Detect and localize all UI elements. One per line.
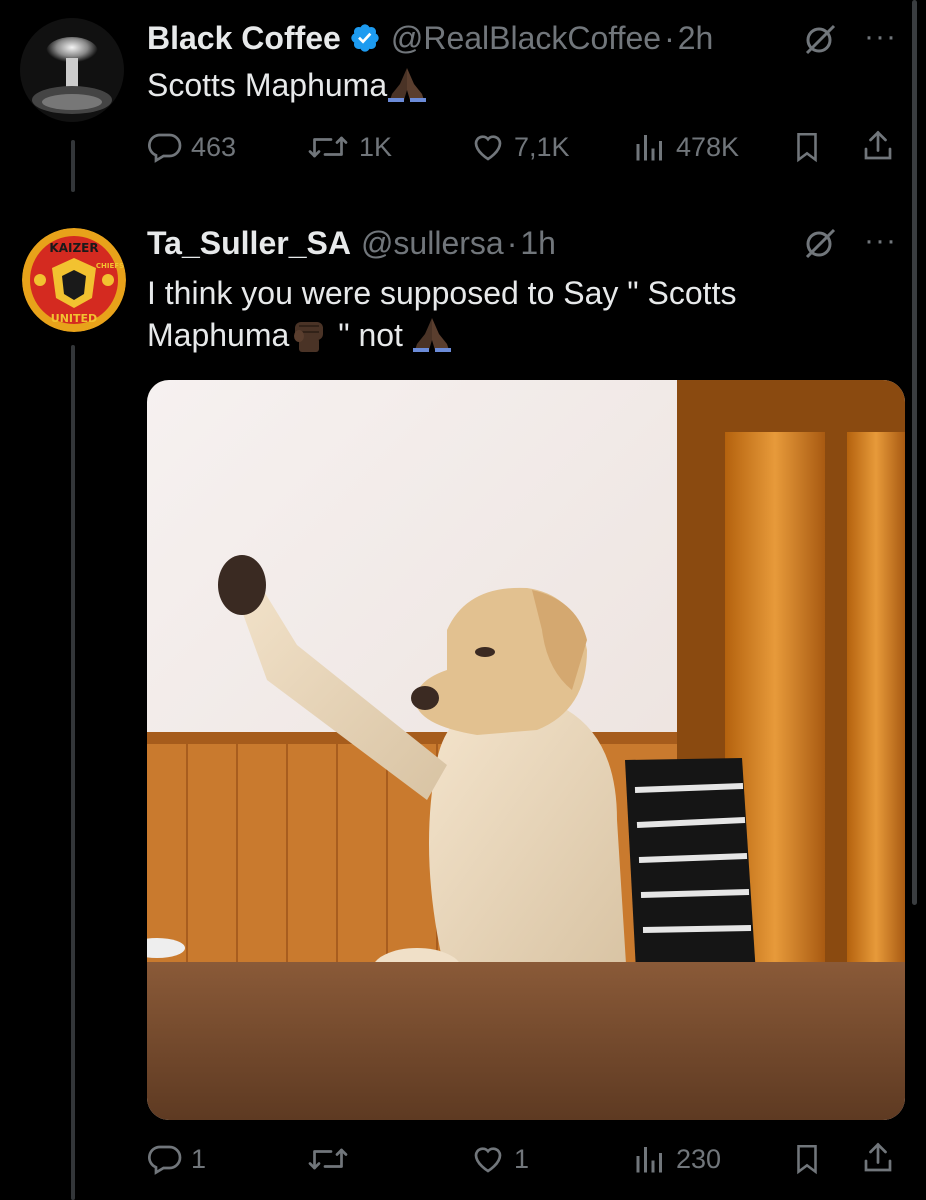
grok-icon[interactable]: [803, 22, 837, 56]
grok-icon[interactable]: [803, 226, 837, 260]
view-count: 230: [676, 1143, 722, 1174]
like-button[interactable]: 7,1K: [470, 129, 570, 165]
views-button[interactable]: 478K: [632, 129, 739, 165]
scrollbar[interactable]: [912, 0, 917, 905]
tweet-text: I think you were supposed to Say " Scott…: [147, 272, 736, 362]
tweet-text-not: " not: [329, 317, 412, 353]
tweet-text-content: Scotts Maphuma: [147, 67, 388, 103]
display-name[interactable]: Black Coffee: [147, 20, 341, 57]
separator-dot: ·: [506, 224, 518, 261]
like-count: 7,1K: [514, 131, 570, 162]
display-name[interactable]: Ta_Suller_SA: [147, 225, 351, 262]
reply-button[interactable]: 1: [147, 1141, 206, 1177]
avatar-black-coffee[interactable]: [20, 18, 124, 122]
tweet-text-maphuma: Maphuma: [147, 317, 290, 353]
tweet-photo[interactable]: [147, 380, 905, 1120]
like-count: 1: [514, 1143, 530, 1174]
timestamp[interactable]: 2h: [678, 20, 714, 57]
handle[interactable]: @sullersa: [361, 225, 504, 262]
reply-count: 463: [191, 131, 237, 162]
raised-fist-icon: [289, 314, 329, 362]
bookmark-icon[interactable]: [790, 129, 824, 165]
share-icon[interactable]: [860, 128, 896, 164]
tweet-text: Scotts Maphuma: [147, 64, 427, 112]
avatar-text-bottom: UNITED: [51, 312, 97, 325]
share-icon[interactable]: [860, 1140, 896, 1176]
folded-hands-icon: [387, 64, 427, 112]
tweet-header: Black Coffee @RealBlackCoffee · 2h: [147, 17, 713, 59]
tweet-text-line1: I think you were supposed to Say " Scott…: [147, 275, 737, 311]
reply-button[interactable]: 463: [147, 129, 236, 165]
timestamp[interactable]: 1h: [520, 225, 556, 262]
avatar-ta-suller[interactable]: KAIZER CHIEFS UNITED: [22, 228, 126, 332]
folded-hands-icon: [412, 314, 452, 362]
avatar-text-top: KAIZER: [49, 241, 98, 255]
separator-dot: ·: [664, 19, 675, 56]
verified-badge-icon: [349, 22, 381, 54]
views-button[interactable]: 230: [632, 1141, 721, 1177]
more-options-icon[interactable]: ···: [864, 20, 897, 54]
handle[interactable]: @RealBlackCoffee: [391, 20, 661, 57]
repost-button[interactable]: 1K: [305, 129, 392, 165]
more-options-icon[interactable]: ···: [864, 224, 897, 258]
avatar-text-side: CHIEFS: [96, 262, 124, 270]
repost-count: 1K: [359, 131, 393, 162]
reply-count: 1: [191, 1143, 207, 1174]
like-button[interactable]: 1: [470, 1141, 529, 1177]
view-count: 478K: [676, 131, 740, 162]
thread-line-top: [71, 140, 75, 192]
thread-line-bottom: [71, 345, 75, 1200]
tweet-header: Ta_Suller_SA @sullersa · 1h: [147, 222, 556, 264]
bookmark-icon[interactable]: [790, 1141, 824, 1177]
tweet-text-line2: Maphuma " not: [147, 314, 736, 362]
repost-button[interactable]: [305, 1141, 359, 1177]
